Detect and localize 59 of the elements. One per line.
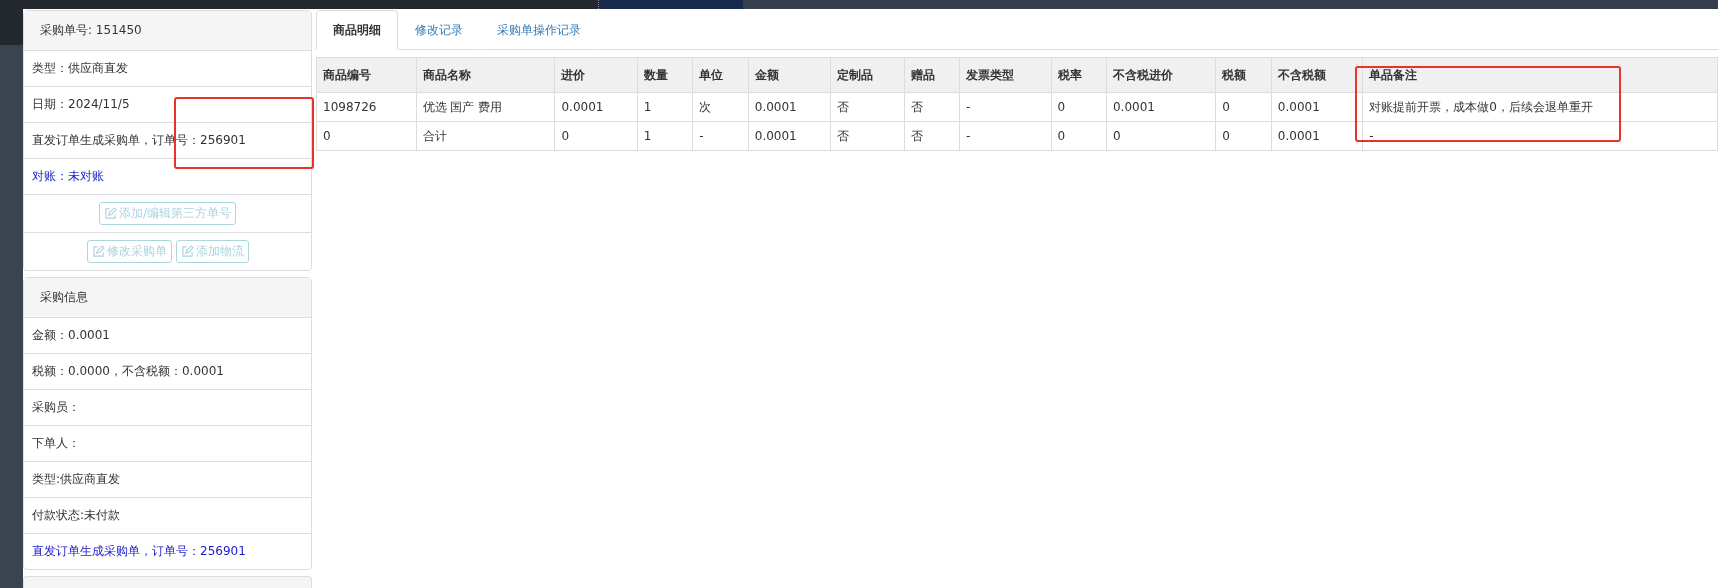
table-cell: 否 [830,92,905,122]
table-cell: 0.0001 [1106,92,1216,122]
column-header: 赠品 [904,57,960,93]
pencil-icon [91,245,105,258]
table-cell: - [959,121,1051,151]
table-cell: - [959,92,1051,122]
column-header: 税额 [1215,57,1272,93]
pencil-icon [103,207,117,220]
table-cell: 0.0001 [748,92,831,122]
panel-title: 采购信息 [24,278,311,318]
info-link[interactable]: 对账：未对账 [32,168,104,185]
table-cell: 0 [1106,121,1216,151]
table-cell: 合计 [416,121,555,151]
table-cell: - [692,121,749,151]
table-cell: - [1362,121,1718,151]
table-cell: 0.0001 [748,121,831,151]
table-cell: 0 [316,121,417,151]
table-cell: 对账提前开票，成本做0，后续会退单重开 [1362,92,1718,122]
column-header: 数量 [637,57,693,93]
table-cell: 0 [554,121,638,151]
info-text: 下单人： [32,435,80,452]
info-text: 日期：2024/11/5 [32,96,130,113]
table-cell: 优选 国产 费用 [416,92,555,122]
column-header: 税率 [1051,57,1107,93]
table-cell: 否 [830,121,905,151]
info-link[interactable]: 直发订单生成采购单，订单号：256901 [32,543,246,560]
table-cell: 1098726 [316,92,417,122]
tab[interactable]: 商品明细 [316,10,398,50]
tab[interactable]: 修改记录 [398,10,480,50]
column-header: 发票类型 [959,57,1051,93]
info-text: 类型：供应商直发 [32,60,128,77]
table-cell: 0 [1051,121,1107,151]
info-text: 税额：0.0000，不含税额：0.0001 [32,363,224,380]
column-header: 不含税进价 [1106,57,1216,93]
column-header: 不含税额 [1271,57,1363,93]
info-text: 付款状态:未付款 [32,507,121,524]
table-cell: 否 [904,92,960,122]
table-cell: 0.0001 [1271,92,1363,122]
tab[interactable]: 采购单操作记录 [480,10,598,50]
table-cell: 0 [1215,121,1272,151]
info-text: 金额：0.0001 [32,327,110,344]
table-cell: 0.0001 [1271,121,1363,151]
table-cell: 1 [637,92,693,122]
column-header: 进价 [554,57,638,93]
info-text: 采购员： [32,399,80,416]
table-cell: 次 [692,92,749,122]
table-cell: 0 [1215,92,1272,122]
column-header: 定制品 [830,57,905,93]
pencil-icon [180,245,194,258]
info-text: 类型:供应商直发 [32,471,121,488]
column-header: 单位 [692,57,749,93]
column-header: 商品编号 [316,57,417,93]
column-header: 金额 [748,57,831,93]
panel-title: 采购单号: 151450 [24,11,311,51]
table-cell: 0.0001 [554,92,638,122]
table-cell: 0 [1051,92,1107,122]
table-cell: 1 [637,121,693,151]
column-header: 商品名称 [416,57,555,93]
table-cell: 否 [904,121,960,151]
